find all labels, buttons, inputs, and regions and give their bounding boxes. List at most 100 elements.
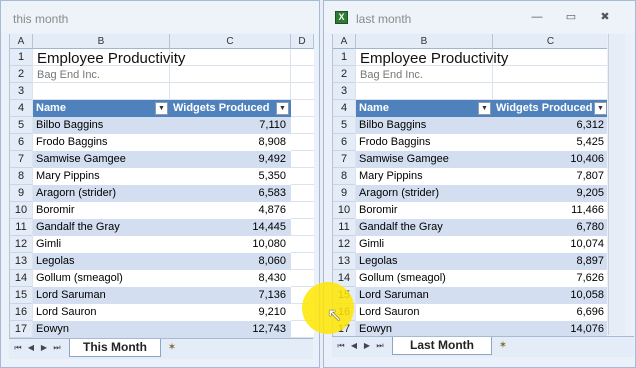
next-sheet-icon[interactable]: ▶	[362, 340, 372, 352]
table-row[interactable]: Bilbo Baggins 6,312	[356, 117, 607, 134]
insert-sheet-icon[interactable]: ✶	[496, 340, 510, 352]
dropdown-arrow-icon[interactable]: ▼	[478, 102, 491, 115]
sheet-tab[interactable]: Last Month	[392, 337, 492, 355]
row-header[interactable]: 6	[333, 134, 356, 151]
table-row[interactable]: Gandalf the Gray 6,780	[356, 219, 607, 236]
title-bar[interactable]: X last month — ▭ ✖	[324, 1, 635, 33]
row-header[interactable]: 17	[10, 321, 33, 338]
employee-name: Lord Saruman	[36, 289, 106, 301]
column-header-d[interactable]: D	[291, 34, 314, 49]
table-row[interactable]: Aragorn (strider) 9,205	[356, 185, 607, 202]
window-last-month[interactable]: X last month — ▭ ✖ A B C 1 2 3 4 5 6 7 8 9 10 11 12 13 1…	[323, 0, 636, 368]
table-row[interactable]: Mary Pippins 7,807	[356, 168, 607, 185]
header-label: Widgets Produced	[496, 102, 593, 114]
row-header[interactable]: 11	[10, 219, 33, 236]
table-row[interactable]: Lord Saruman 10,058	[356, 287, 607, 304]
table-header-name[interactable]: Name ▼	[33, 100, 170, 117]
last-sheet-icon[interactable]: ⏭	[375, 340, 385, 352]
insert-sheet-icon[interactable]: ✶	[165, 342, 179, 354]
sheet-tab[interactable]: This Month	[69, 339, 161, 357]
first-sheet-icon[interactable]: ⏮	[13, 342, 23, 354]
row-header[interactable]: 9	[10, 185, 33, 202]
table-header-name[interactable]: Name ▼	[356, 100, 493, 117]
row-header[interactable]: 16	[10, 304, 33, 321]
row-header[interactable]: 13	[333, 253, 356, 270]
vertical-scrollbar[interactable]	[608, 34, 625, 335]
row-header[interactable]: 4	[333, 100, 356, 117]
row-header[interactable]: 5	[10, 117, 33, 134]
prev-sheet-icon[interactable]: ◀	[26, 342, 36, 354]
table-row[interactable]: Lord Sauron 9,210	[33, 304, 291, 321]
widgets-value: 8,060	[258, 255, 286, 267]
row-header[interactable]: 7	[10, 151, 33, 168]
table-header-widgets[interactable]: Widgets Produced ▼	[170, 100, 291, 117]
close-icon[interactable]: ✖	[598, 11, 612, 23]
next-sheet-icon[interactable]: ▶	[39, 342, 49, 354]
table-row[interactable]: Aragorn (strider) 6,583	[33, 185, 291, 202]
title-bar[interactable]: this month	[1, 1, 319, 33]
table-row[interactable]: Gollum (smeagol) 7,626	[356, 270, 607, 287]
column-header-c[interactable]: C	[170, 34, 291, 49]
dropdown-arrow-icon[interactable]: ▼	[276, 102, 289, 115]
table-row[interactable]: Legolas 8,897	[356, 253, 607, 270]
table-row[interactable]: Gollum (smeagol) 8,430	[33, 270, 291, 287]
worksheet-grid[interactable]: ABC1234567891011121314151617Employee Pro…	[332, 34, 607, 336]
table-header-widgets[interactable]: Widgets Produced ▼	[493, 100, 607, 117]
row-header[interactable]: 3	[333, 83, 356, 100]
row-header[interactable]: 9	[333, 185, 356, 202]
table-row[interactable]: Boromir 11,466	[356, 202, 607, 219]
row-header[interactable]: 2	[10, 66, 33, 83]
row-header[interactable]: 12	[333, 236, 356, 253]
row-header[interactable]: 12	[10, 236, 33, 253]
row-header[interactable]: 5	[333, 117, 356, 134]
table-row[interactable]: Samwise Gamgee 10,406	[356, 151, 607, 168]
row-header[interactable]: 15	[10, 287, 33, 304]
row-header[interactable]: 14	[10, 270, 33, 287]
table-row[interactable]: Frodo Baggins 8,908	[33, 134, 291, 151]
row-header[interactable]: 8	[333, 168, 356, 185]
table-row[interactable]: Gandalf the Gray 14,445	[33, 219, 291, 236]
table-row[interactable]: Gimli 10,074	[356, 236, 607, 253]
column-header-b[interactable]: B	[356, 34, 493, 49]
table-row[interactable]: Eowyn 14,076	[356, 321, 607, 336]
window-this-month[interactable]: this month A B C D 1 2 3 4 5 6 7 8 9 10 11 12 13 14 15 16 17…	[0, 0, 320, 368]
table-row[interactable]: Bilbo Baggins 7,110	[33, 117, 291, 134]
row-header[interactable]: 7	[333, 151, 356, 168]
dropdown-arrow-icon[interactable]: ▼	[594, 102, 607, 115]
row-header[interactable]: 10	[10, 202, 33, 219]
minimize-icon[interactable]: —	[530, 11, 544, 23]
table-row[interactable]: Gimli 10,080	[33, 236, 291, 253]
table-row[interactable]: Lord Sauron 6,696	[356, 304, 607, 321]
dropdown-arrow-icon[interactable]: ▼	[155, 102, 168, 115]
prev-sheet-icon[interactable]: ◀	[349, 340, 359, 352]
column-header-a[interactable]: A	[333, 34, 356, 49]
row-header[interactable]: 1	[333, 49, 356, 66]
row-header[interactable]: 2	[333, 66, 356, 83]
table-row[interactable]: Frodo Baggins 5,425	[356, 134, 607, 151]
row-header[interactable]: 6	[10, 134, 33, 151]
table-row[interactable]: Lord Saruman 7,136	[33, 287, 291, 304]
table-row[interactable]: Eowyn 12,743	[33, 321, 291, 338]
row-header[interactable]: 10	[333, 202, 356, 219]
table-row[interactable]: Boromir 4,876	[33, 202, 291, 219]
row-header[interactable]: 3	[10, 83, 33, 100]
table-row[interactable]: Legolas 8,060	[33, 253, 291, 270]
first-sheet-icon[interactable]: ⏮	[336, 340, 346, 352]
row-header[interactable]: 1	[10, 49, 33, 66]
table-row[interactable]: Mary Pippins 5,350	[33, 168, 291, 185]
row-header[interactable]: 8	[10, 168, 33, 185]
row-header[interactable]: 4	[10, 100, 33, 117]
column-header-b[interactable]: B	[33, 34, 170, 49]
table-row[interactable]: Samwise Gamgee 9,492	[33, 151, 291, 168]
widgets-value: 6,696	[576, 306, 604, 318]
column-header-c[interactable]: C	[493, 34, 607, 49]
employee-name: Samwise Gamgee	[359, 153, 449, 165]
gridline	[33, 82, 314, 83]
last-sheet-icon[interactable]: ⏭	[52, 342, 62, 354]
worksheet-grid[interactable]: A B C D 1 2 3 4 5 6 7 8 9 10 11 12 13 14 15 16 17 Employee Pr…	[9, 34, 314, 338]
employee-name: Samwise Gamgee	[36, 153, 126, 165]
row-header[interactable]: 11	[333, 219, 356, 236]
column-header-a[interactable]: A	[10, 34, 33, 49]
row-header[interactable]: 13	[10, 253, 33, 270]
restore-icon[interactable]: ▭	[564, 11, 578, 23]
